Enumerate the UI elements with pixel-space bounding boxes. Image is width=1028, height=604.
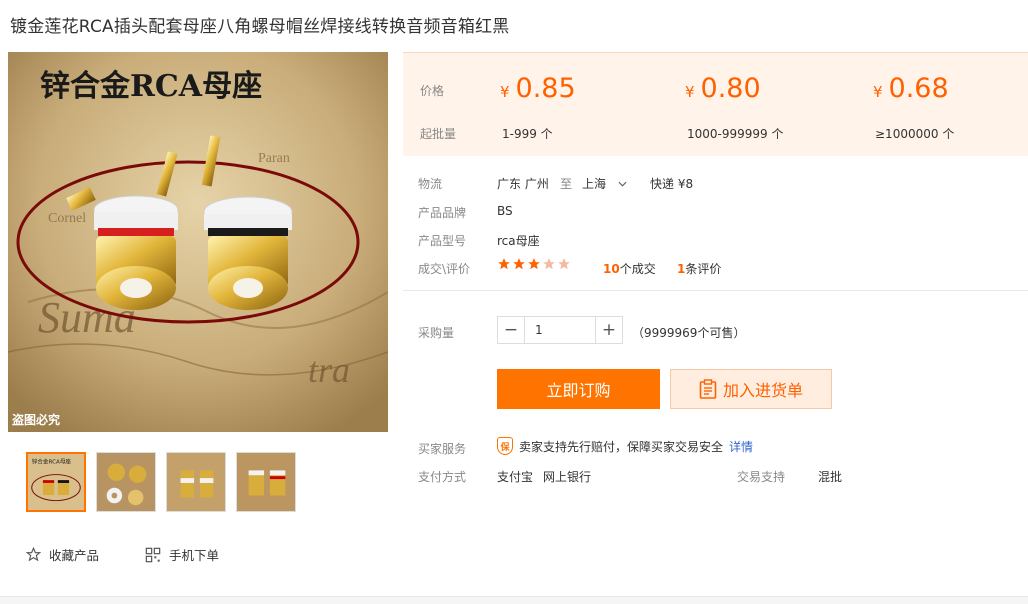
star-outline-icon (26, 547, 41, 562)
currency-symbol: ¥ (500, 83, 510, 101)
product-title: 镀金莲花RCA插头配套母座八角螺母帽丝焊接线转换音频音箱红黑 (10, 17, 510, 37)
payment-method-bank: 网上银行 (543, 470, 592, 484)
thumbnail-caption: 锌合金RCA母座 (32, 457, 72, 465)
moq-range-2: 1000-999999 个 (687, 127, 784, 141)
review-suffix: 条评价 (685, 262, 722, 276)
trade-value: 混批 (818, 470, 843, 484)
buy-now-button[interactable]: 立即订购 (497, 369, 660, 409)
star-empty-icon (543, 258, 555, 270)
service-detail-link[interactable]: 详情 (729, 438, 753, 455)
price-label: 价格 (420, 84, 445, 98)
star-empty-icon (558, 258, 570, 270)
star-filled-icon (528, 258, 540, 270)
svg-text:tra: tra (308, 350, 350, 390)
thumbnail-2[interactable] (96, 452, 156, 512)
model-label: 产品型号 (418, 234, 467, 248)
service-text: 卖家支持先行赔付，保障买家交易安全 (519, 439, 724, 454)
plus-button[interactable]: + (596, 317, 622, 343)
ship-from: 广东 广州 (497, 177, 549, 191)
rating-stars (497, 257, 571, 271)
quantity-stepper: − 1 + (497, 316, 623, 344)
star-filled-icon (513, 258, 525, 270)
payment-method-alipay: 支付宝 (497, 470, 534, 484)
logistics-label: 物流 (418, 177, 443, 191)
brand-value: BS (497, 204, 513, 218)
favorite-button[interactable]: 收藏产品 (26, 545, 99, 564)
service-info: 保 卖家支持先行赔付，保障买家交易安全 详情 (497, 437, 753, 455)
model-value: rca母座 (497, 234, 540, 248)
section-divider (403, 290, 1028, 291)
thumbnail-4[interactable] (236, 452, 296, 512)
moq-label: 起批量 (420, 127, 457, 141)
moq-range-1: 1-999 个 (502, 127, 553, 141)
shield-icon: 保 (497, 437, 513, 455)
star-filled-icon (498, 258, 510, 270)
service-label: 买家服务 (418, 442, 467, 456)
thumbnail-strip: 锌合金RCA母座 (26, 452, 296, 512)
image-caption: 锌合金RCA母座 (40, 69, 262, 104)
price-value: 0.85 (515, 73, 576, 104)
thumbnail-1[interactable]: 锌合金RCA母座 (26, 452, 86, 512)
quantity-label: 采购量 (418, 326, 455, 340)
minus-button[interactable]: − (498, 317, 524, 343)
bottom-separator (0, 596, 1028, 604)
stock-available: （9999969个可售） (632, 326, 746, 340)
chevron-down-icon (618, 181, 627, 187)
clipboard-icon (699, 379, 717, 399)
deals-count: 10 (603, 262, 620, 276)
mobile-order-button[interactable]: 手机下单 (145, 545, 219, 564)
payment-label: 支付方式 (418, 470, 467, 484)
price-value: 0.80 (700, 73, 761, 104)
price-panel: 价格 起批量 ¥ 0.85 ¥ 0.80 ¥ 0.68 1-999 个 1000… (403, 52, 1028, 156)
destination-select[interactable]: 上海 (582, 175, 627, 192)
price-tier-1: ¥ 0.85 (500, 73, 576, 104)
qr-code-icon (145, 547, 161, 562)
reviews-label: 成交\评价 (418, 262, 471, 276)
add-to-cart-label: 加入进货单 (722, 381, 803, 400)
add-to-cart-button[interactable]: 加入进货单 (670, 369, 832, 409)
favorite-label: 收藏产品 (49, 548, 100, 563)
svg-text:Paran: Paran (258, 151, 290, 166)
trade-label: 交易支持 (737, 470, 786, 484)
quantity-input[interactable]: 1 (524, 317, 596, 343)
brand-label: 产品品牌 (418, 206, 467, 220)
price-tier-2: ¥ 0.80 (685, 73, 761, 104)
destination-value: 上海 (582, 177, 607, 191)
product-actions: 收藏产品 手机下单 (26, 545, 219, 564)
image-watermark: 盗图必究 (12, 412, 60, 427)
deals-link[interactable]: 10个成交 (603, 260, 656, 277)
ship-to-word: 至 (560, 177, 573, 191)
thumbnail-3[interactable] (166, 452, 226, 512)
price-tier-3: ¥ 0.68 (873, 73, 949, 104)
currency-symbol: ¥ (873, 83, 883, 101)
currency-symbol: ¥ (685, 83, 695, 101)
shipping-fee: 快递 ¥8 (650, 177, 694, 191)
deals-suffix: 个成交 (619, 262, 656, 276)
mobile-order-label: 手机下单 (169, 548, 220, 563)
reviews-link[interactable]: 1条评价 (677, 260, 721, 277)
price-value: 0.68 (888, 73, 949, 104)
product-main-image[interactable]: Suma tra Cornel Paran 锌合金RCA母座 盗图必究 (8, 52, 388, 432)
svg-text:Cornel: Cornel (48, 211, 86, 226)
moq-range-3: ≥1000000 个 (875, 127, 955, 141)
